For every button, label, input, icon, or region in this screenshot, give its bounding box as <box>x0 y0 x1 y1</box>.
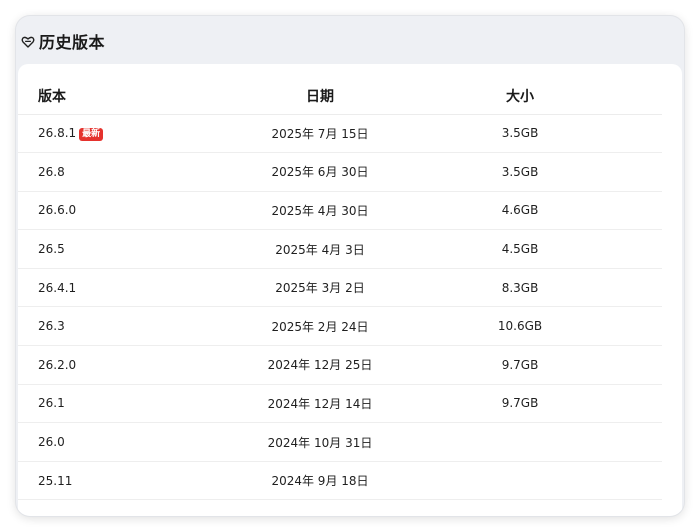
version-cell: 26.5 <box>18 229 218 269</box>
size-cell <box>422 422 662 462</box>
version-cell: 25.11 <box>18 461 218 501</box>
panel-title: 历史版本 <box>39 33 106 52</box>
table-row[interactable]: 26.8 2025年 6月 30日 3.5GB <box>18 152 662 192</box>
size-cell: 10.6GB <box>422 306 662 347</box>
version-text: 26.0 <box>38 435 65 450</box>
version-history-panel: 历史版本 版本 日期 大小 26.8.1 最新 2025年 7月 15日 3.5GB 2… <box>16 16 684 516</box>
column-header-size: 大小 <box>422 64 662 115</box>
version-cell: 26.4.1 <box>18 268 218 308</box>
size-cell: 9.7GB <box>422 345 662 385</box>
version-text: 25.11 <box>38 473 73 488</box>
table-row[interactable]: 26.6.0 2025年 4月 30日 4.6GB <box>18 191 662 231</box>
version-text: 26.2.0 <box>38 357 77 372</box>
latest-badge: 最新 <box>79 127 104 141</box>
date-cell: 2025年 2月 24日 <box>218 306 422 347</box>
version-cell: 26.1 <box>18 384 218 424</box>
size-cell: 3.5GB <box>422 152 662 192</box>
size-cell: 9.7GB <box>422 384 662 424</box>
version-text: 26.6.0 <box>38 203 77 218</box>
table-header-row: 版本 日期 大小 <box>18 64 662 115</box>
heart-shield-icon <box>21 36 35 48</box>
size-cell: 3.5GB <box>422 114 662 154</box>
table-row[interactable]: 26.1 2024年 12月 14日 9.7GB <box>18 384 662 424</box>
table-row[interactable]: 26.4.1 2025年 3月 2日 8.3GB <box>18 268 662 308</box>
version-cell: 26.8.1 最新 <box>18 114 218 154</box>
version-text: 26.8 <box>38 164 65 179</box>
version-cell: 26.6.0 <box>18 191 218 231</box>
date-cell: 2025年 6月 30日 <box>218 152 422 192</box>
date-cell: 2024年 12月 14日 <box>218 384 422 424</box>
table-row[interactable]: 26.0 2024年 10月 31日 <box>18 422 662 462</box>
version-cell: 26.2.0 <box>18 345 218 385</box>
table-row[interactable]: 26.3 2025年 2月 24日 10.6GB <box>18 306 662 347</box>
version-cell: 26.3 <box>18 306 218 347</box>
size-cell <box>422 461 662 501</box>
panel-header: 历史版本 <box>16 16 684 66</box>
table-row[interactable]: 26.8.1 最新 2025年 7月 15日 3.5GB <box>18 114 662 154</box>
date-cell: 2024年 9月 18日 <box>218 461 422 501</box>
table-row[interactable]: 25.11 2024年 9月 18日 <box>18 461 662 501</box>
date-cell: 2025年 7月 15日 <box>218 114 422 154</box>
size-cell: 8.3GB <box>422 268 662 308</box>
versions-table: 版本 日期 大小 26.8.1 最新 2025年 7月 15日 3.5GB 26.8 20… <box>18 64 662 501</box>
date-cell: 2025年 4月 30日 <box>218 191 422 231</box>
column-header-date: 日期 <box>218 64 422 115</box>
version-text: 26.4.1 <box>38 280 77 295</box>
date-cell: 2025年 4月 3日 <box>218 229 422 269</box>
date-cell: 2024年 10月 31日 <box>218 422 422 462</box>
version-cell: 26.0 <box>18 422 218 462</box>
version-text: 26.1 <box>38 396 65 411</box>
date-cell: 2024年 12月 25日 <box>218 345 422 385</box>
version-text: 26.5 <box>38 242 65 257</box>
version-cell: 26.8 <box>18 152 218 192</box>
size-cell: 4.6GB <box>422 191 662 231</box>
column-header-version: 版本 <box>18 64 218 115</box>
versions-card: 版本 日期 大小 26.8.1 最新 2025年 7月 15日 3.5GB 26.8 20… <box>18 64 682 516</box>
version-text: 26.3 <box>38 319 65 334</box>
version-text: 26.8.1 <box>38 125 77 140</box>
table-row[interactable]: 26.2.0 2024年 12月 25日 9.7GB <box>18 345 662 385</box>
date-cell: 2025年 3月 2日 <box>218 268 422 308</box>
table-row[interactable]: 26.5 2025年 4月 3日 4.5GB <box>18 229 662 269</box>
size-cell: 4.5GB <box>422 229 662 269</box>
